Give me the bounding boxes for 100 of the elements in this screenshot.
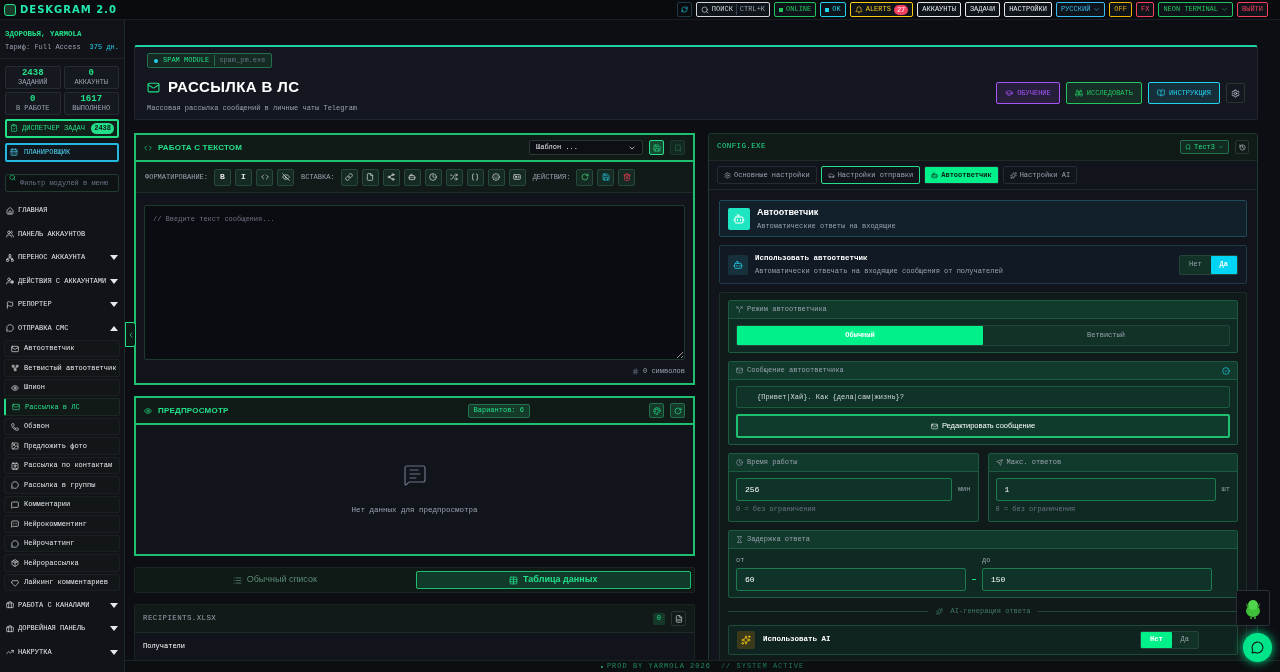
section-title: Автоответчик bbox=[757, 205, 820, 219]
stat-value: 0 bbox=[30, 94, 36, 104]
panel-title: РАБОТА С ТЕКСТОМ bbox=[158, 141, 243, 154]
history-icon bbox=[1238, 143, 1246, 151]
refresh-button[interactable] bbox=[676, 2, 692, 17]
mail-icon bbox=[930, 422, 938, 430]
robot-icon bbox=[728, 254, 748, 275]
number-field[interactable]: 150 bbox=[982, 568, 1212, 591]
settings-icon bbox=[1231, 88, 1240, 98]
binoculars-icon bbox=[1074, 89, 1083, 97]
nav-icon bbox=[11, 442, 19, 450]
toolbar-button[interactable] bbox=[340, 168, 358, 186]
send-icon bbox=[995, 459, 1003, 466]
nav-icon bbox=[11, 578, 19, 587]
share-icon bbox=[387, 173, 396, 181]
number-field[interactable]: 1 bbox=[995, 478, 1216, 501]
number-field[interactable]: 256 bbox=[736, 478, 952, 501]
graduation-cap-icon bbox=[1005, 89, 1014, 97]
tab-icon bbox=[931, 171, 939, 179]
split-icon bbox=[736, 306, 743, 313]
clock-icon bbox=[736, 459, 743, 466]
refresh-icon bbox=[673, 406, 682, 415]
calendar-icon bbox=[10, 148, 18, 157]
palette-icon bbox=[652, 406, 661, 415]
palette-button[interactable] bbox=[649, 403, 664, 418]
nav-icon bbox=[11, 539, 19, 548]
settings-button[interactable] bbox=[1226, 83, 1245, 103]
stat-value: 0 bbox=[88, 68, 94, 78]
book-icon bbox=[1157, 89, 1165, 97]
tab-icon bbox=[827, 171, 835, 179]
sparkle-icon bbox=[935, 607, 943, 615]
toolbar-button[interactable] bbox=[466, 168, 484, 186]
nav-icon bbox=[6, 277, 14, 285]
toolbar-button[interactable] bbox=[361, 168, 379, 186]
refresh-icon bbox=[580, 173, 589, 181]
format-button[interactable]: I bbox=[235, 168, 252, 186]
table-icon bbox=[509, 575, 519, 585]
toolbar-button[interactable] bbox=[576, 168, 594, 186]
nav-icon bbox=[6, 324, 14, 332]
search-icon bbox=[700, 5, 709, 14]
refresh-button[interactable] bbox=[670, 403, 685, 418]
file-icon bbox=[674, 614, 683, 623]
smile-icon bbox=[492, 173, 501, 181]
view-tab[interactable]: Обычный список bbox=[138, 571, 412, 589]
nav-icon bbox=[6, 624, 14, 633]
toolbar-button[interactable] bbox=[424, 168, 442, 186]
bell-icon bbox=[854, 5, 863, 14]
nav-icon bbox=[11, 461, 19, 470]
chat-icon bbox=[1251, 641, 1264, 654]
nav-icon bbox=[6, 648, 14, 656]
delete-icon bbox=[622, 173, 631, 181]
code-icon bbox=[260, 173, 269, 181]
nav-icon bbox=[11, 422, 19, 431]
logo-icon bbox=[4, 3, 16, 16]
caret-icon bbox=[1218, 144, 1224, 150]
sparkle-icon bbox=[737, 630, 755, 649]
bookmark-icon bbox=[1185, 144, 1191, 150]
code-icon bbox=[144, 143, 152, 152]
toolbar-button[interactable] bbox=[487, 168, 505, 186]
nav-icon bbox=[6, 300, 14, 309]
nav-icon bbox=[6, 601, 14, 609]
app-title: DESKGRAM 2.0 bbox=[20, 3, 117, 17]
nav-icon bbox=[6, 230, 14, 238]
toolbar-button[interactable] bbox=[256, 168, 273, 186]
mascot-widget[interactable] bbox=[1236, 590, 1270, 626]
toolbar-button[interactable] bbox=[508, 168, 526, 186]
tab-icon bbox=[1009, 171, 1017, 179]
message-icon bbox=[402, 462, 427, 487]
refresh-icon bbox=[680, 6, 688, 13]
collapse-handle[interactable] bbox=[125, 322, 136, 347]
list-icon bbox=[232, 575, 242, 585]
nav-icon bbox=[6, 206, 14, 215]
number-field[interactable]: 60 bbox=[736, 568, 966, 591]
range-dash bbox=[972, 579, 976, 580]
view-tab[interactable]: Таблица данных bbox=[415, 571, 691, 589]
eye-icon bbox=[144, 406, 152, 415]
clock-icon bbox=[429, 173, 438, 181]
caret-icon bbox=[1093, 6, 1101, 13]
check-icon bbox=[1222, 366, 1230, 375]
nav-icon bbox=[11, 344, 19, 353]
bookmark-icon bbox=[673, 143, 682, 152]
hash-icon bbox=[632, 367, 639, 375]
save-template-button[interactable] bbox=[649, 140, 664, 155]
nav-icon bbox=[11, 364, 19, 372]
file-button[interactable] bbox=[671, 611, 686, 626]
link-icon bbox=[345, 173, 354, 181]
toolbar-button[interactable] bbox=[403, 168, 421, 186]
nav-icon bbox=[11, 500, 19, 509]
format-button[interactable]: B bbox=[214, 168, 231, 186]
stat-value: 1617 bbox=[80, 94, 103, 104]
save-icon bbox=[652, 143, 661, 152]
history-button[interactable] bbox=[1235, 140, 1249, 154]
nav-icon bbox=[11, 520, 19, 528]
toolbar-button[interactable] bbox=[382, 168, 400, 186]
toolbar-button[interactable] bbox=[277, 168, 294, 186]
toolbar-button[interactable] bbox=[445, 168, 463, 186]
caret-icon bbox=[1221, 6, 1228, 13]
page-title: РАССЫЛКА В ЛС bbox=[168, 77, 300, 97]
toolbar-button[interactable] bbox=[597, 168, 615, 186]
mail-icon bbox=[147, 80, 160, 94]
